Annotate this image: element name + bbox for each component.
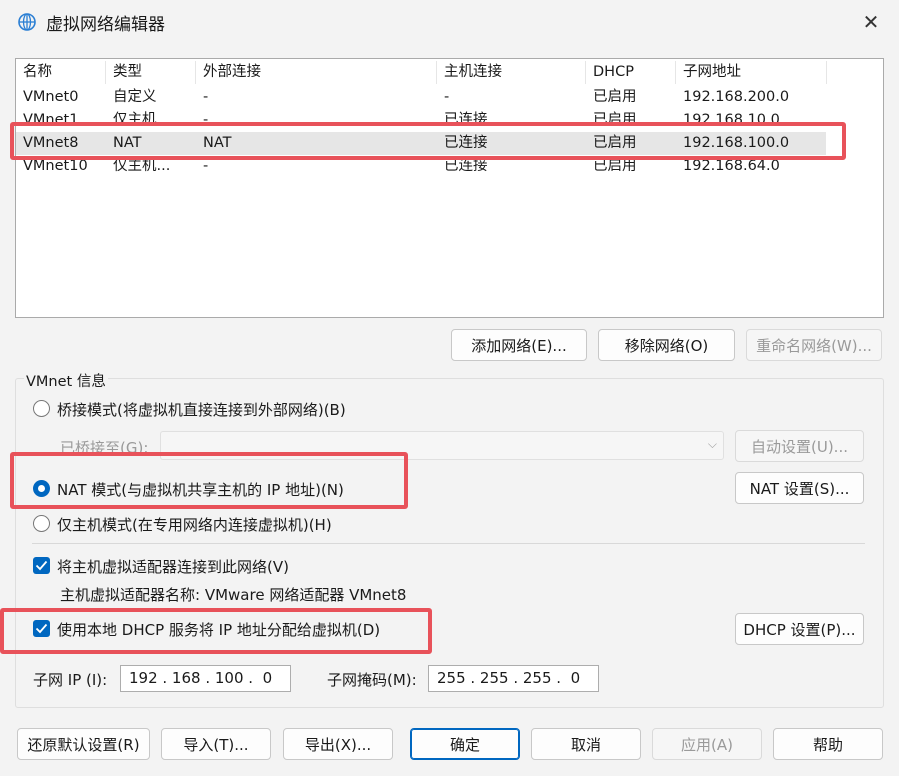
apply-button[interactable]: 应用(A): [652, 728, 762, 760]
list-header: 名称 类型 外部连接 主机连接 DHCP 子网地址: [16, 61, 883, 84]
import-button[interactable]: 导入(T)...: [161, 728, 271, 760]
auto-settings-button[interactable]: 自动设置(U)...: [735, 430, 864, 462]
subnet-mask-label: 子网掩码(M):: [327, 671, 417, 689]
vmnet-info-label: VMnet 信息: [24, 370, 108, 391]
nat-settings-button[interactable]: NAT 设置(S)...: [735, 472, 864, 504]
host-only-mode-radio[interactable]: [33, 515, 50, 532]
checkmark-icon: [35, 560, 48, 571]
cell-dhcp: 已启用: [593, 89, 637, 105]
close-button[interactable]: ✕: [843, 0, 899, 44]
add-network-button[interactable]: 添加网络(E)...: [451, 329, 587, 361]
connect-adapter-checkbox[interactable]: [33, 557, 50, 574]
highlight-box-dhcp: [0, 608, 432, 654]
rename-network-button[interactable]: 重命名网络(W)...: [746, 329, 882, 361]
export-button[interactable]: 导出(X)...: [283, 728, 393, 760]
column-header-dhcp[interactable]: DHCP: [586, 61, 676, 84]
connect-adapter-label[interactable]: 将主机虚拟适配器连接到此网络(V): [57, 556, 289, 577]
bridged-mode-radio[interactable]: [33, 400, 50, 417]
host-only-mode-label[interactable]: 仅主机模式(在专用网络内连接虚拟机)(H): [57, 514, 332, 535]
close-icon: ✕: [862, 10, 880, 34]
network-list[interactable]: 名称 类型 外部连接 主机连接 DHCP 子网地址 VMnet0 自定义 - -…: [15, 58, 884, 318]
chevron-down-icon: ⌵: [707, 437, 717, 451]
window-title: 虚拟网络编辑器: [46, 15, 165, 35]
column-header-external[interactable]: 外部连接: [196, 61, 437, 84]
subnet-ip-input[interactable]: 192 . 168 . 100 . 0: [120, 665, 291, 692]
title-bar: 虚拟网络编辑器 ✕: [0, 0, 899, 44]
column-header-subnet[interactable]: 子网地址: [676, 61, 827, 84]
cell-host: -: [444, 89, 450, 105]
restore-defaults-button[interactable]: 还原默认设置(R): [17, 728, 150, 760]
column-header-name[interactable]: 名称: [16, 61, 106, 84]
cell-name: VMnet0: [23, 89, 79, 105]
divider: [32, 543, 865, 544]
dhcp-settings-button[interactable]: DHCP 设置(P)...: [735, 613, 864, 645]
cancel-button[interactable]: 取消: [531, 728, 641, 760]
ok-button[interactable]: 确定: [410, 728, 520, 760]
cell-subnet: 192.168.200.0: [683, 89, 790, 105]
adapter-name-text: 主机虚拟适配器名称: VMware 网络适配器 VMnet8: [60, 586, 407, 604]
highlight-box-vmnet8: [10, 122, 846, 160]
subnet-ip-label: 子网 IP (I):: [33, 671, 108, 689]
help-button[interactable]: 帮助: [773, 728, 883, 760]
remove-network-button[interactable]: 移除网络(O): [598, 329, 735, 361]
highlight-box-nat-mode: [10, 452, 408, 509]
column-header-type[interactable]: 类型: [106, 61, 196, 84]
bridged-mode-label[interactable]: 桥接模式(将虚拟机直接连接到外部网络)(B): [57, 399, 346, 420]
network-globe-icon: [18, 13, 36, 31]
column-header-host[interactable]: 主机连接: [437, 61, 586, 84]
subnet-mask-input[interactable]: 255 . 255 . 255 . 0: [428, 665, 599, 692]
table-row[interactable]: VMnet0 自定义 - - 已启用 192.168.200.0: [16, 86, 883, 109]
cell-type: 自定义: [113, 89, 157, 105]
cell-external: -: [203, 89, 209, 105]
